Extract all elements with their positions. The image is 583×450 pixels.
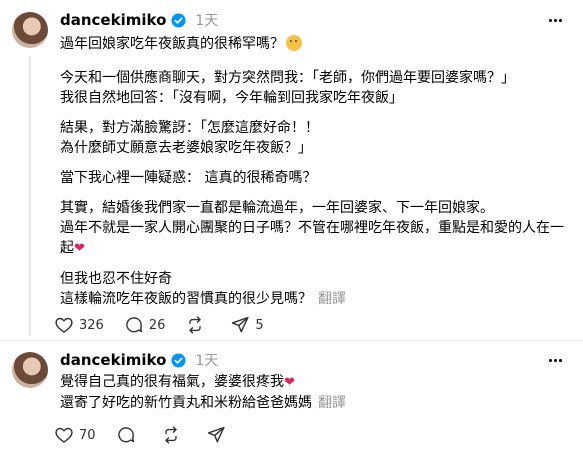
post-actions: 70: [54, 424, 251, 446]
translate-link[interactable]: 翻譯: [318, 395, 346, 411]
paragraph-3: 當下我心裡一陣疑惑： 這真的很稀奇嗎？: [60, 168, 573, 188]
text-line: 今天和一個供應商聊天，對方突然問我：「老師，你們過年要回婆家嗎？」: [60, 70, 515, 86]
comment-button[interactable]: [116, 425, 141, 445]
text-line: 還寄了好吃的新竹貢丸和米粉給爸爸媽媽: [60, 395, 312, 411]
red-heart-icon: ❤: [74, 241, 85, 256]
divider: [0, 340, 583, 341]
share-button[interactable]: 5: [230, 315, 264, 335]
like-count: 70: [79, 427, 96, 443]
comment-button[interactable]: 26: [124, 315, 166, 335]
paragraph-5: 但我也忍不住好奇 這樣輪流吃年夜飯的習慣真的很少見嗎？ 翻譯: [60, 269, 573, 309]
verified-badge-icon: [171, 352, 186, 368]
more-dots-icon[interactable]: [545, 10, 565, 30]
text-line: 覺得自己真的很有福氣，婆婆很疼我: [60, 374, 284, 390]
text-line: 起: [60, 240, 74, 256]
repost-icon: [189, 316, 202, 334]
like-count: 326: [79, 317, 104, 333]
username[interactable]: dancekimiko: [60, 11, 166, 29]
verified-badge-icon: [171, 12, 186, 28]
translate-link[interactable]: 翻譯: [318, 291, 346, 307]
share-button[interactable]: [206, 425, 231, 445]
send-icon: [232, 316, 249, 333]
post-time[interactable]: 1天: [195, 350, 218, 370]
red-heart-icon: ❤: [284, 375, 295, 390]
paragraph-2: 結果，對方滿臉驚訝：「怎麼這麼好命！！ 為什麼師丈願意去老婆娘家吃年夜飯？」: [60, 118, 573, 158]
post-body: 過年回娘家吃年夜飯真的很稀罕嗎？ 今天和一個供應商聊天，對方突然問我：「老師，你…: [60, 34, 573, 319]
comment-bubble-icon: [126, 317, 143, 333]
text-line: 過年不就是一家人開心團聚的日子嗎？不管在哪裡吃年夜飯，重點是和愛的人在一: [60, 220, 564, 236]
post-header: dancekimiko 1天: [60, 10, 218, 30]
avatar[interactable]: [12, 12, 48, 48]
paragraph-1: 今天和一個供應商聊天，對方突然問我：「老師，你們過年要回婆家嗎？」 我很自然地回…: [60, 68, 573, 108]
like-button[interactable]: 326: [54, 315, 104, 335]
more-dots-icon[interactable]: [545, 350, 565, 370]
repost-icon: [164, 426, 177, 444]
text-line: 但我也忍不住好奇: [60, 271, 172, 287]
repost-button[interactable]: [185, 315, 210, 335]
text-line: 這樣輪流吃年夜飯的習慣真的很少見嗎？: [60, 291, 312, 307]
avatar[interactable]: [12, 352, 48, 388]
post-time[interactable]: 1天: [195, 10, 218, 30]
thinking-face-icon: [286, 35, 302, 51]
repost-button[interactable]: [161, 425, 186, 445]
send-icon: [207, 426, 225, 443]
post-title: 過年回娘家吃年夜飯真的很稀罕嗎？: [60, 36, 284, 52]
text-line: 結果，對方滿臉驚訝：「怎麼這麼好命！！: [60, 120, 319, 136]
post-body: 覺得自己真的很有福氣，婆婆很疼我❤ 還寄了好吃的新竹貢丸和米粉給爸爸媽媽 翻譯: [60, 372, 573, 413]
text-line: 其實，結婚後我們家一直都是輪流過年，一年回婆家、下一年回娘家。: [60, 200, 494, 216]
comment-bubble-icon: [117, 427, 134, 443]
like-button[interactable]: 70: [54, 425, 96, 445]
text-line: 我很自然地回答：「沒有啊，今年輪到回我家吃年夜飯」: [60, 90, 403, 106]
post-header: dancekimiko 1天: [60, 350, 218, 370]
comment-count: 26: [148, 317, 166, 333]
heart-outline-icon: [55, 427, 73, 443]
paragraph-4: 其實，結婚後我們家一直都是輪流過年，一年回婆家、下一年回娘家。 過年不就是一家人…: [60, 198, 573, 259]
heart-outline-icon: [55, 317, 73, 333]
post-actions: 326 26 5: [54, 314, 284, 336]
thread-line: [29, 56, 31, 336]
text-line: 當下我心裡一陣疑惑： 這真的很稀奇嗎？: [60, 170, 317, 186]
share-count: 5: [255, 317, 264, 333]
text-line: 為什麼師丈願意去老婆娘家吃年夜飯？」: [60, 140, 312, 156]
username[interactable]: dancekimiko: [60, 351, 166, 369]
